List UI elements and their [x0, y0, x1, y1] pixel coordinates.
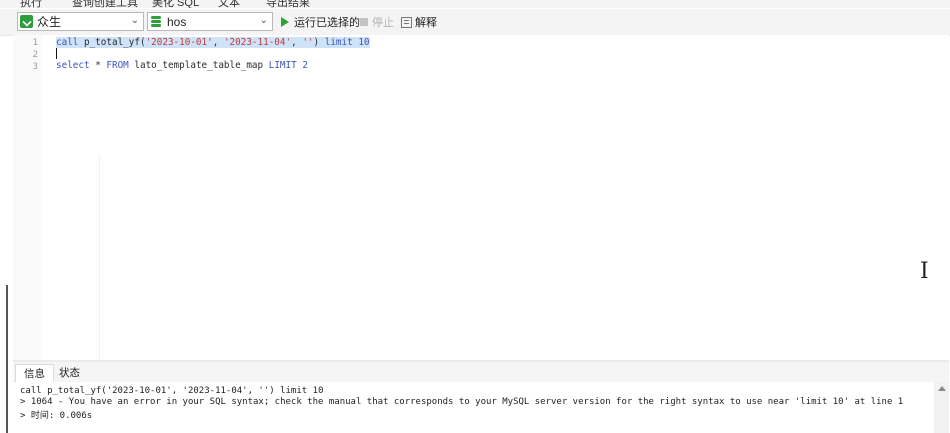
message-line: call p_total_yf('2023-10-01', '2023-11-0…: [20, 386, 324, 396]
vertical-scrollbar[interactable]: [934, 382, 949, 433]
explain-icon: [401, 16, 412, 28]
export-results-button[interactable]: 导出结果: [266, 0, 310, 8]
tab-info[interactable]: 信息: [15, 364, 54, 383]
chevron-down-icon: ⌄: [259, 15, 268, 26]
query-toolbar: 众生 ⌄ hos ⌄ 运行已选择的 停止 解释: [0, 9, 950, 36]
run-selected-button[interactable]: 运行已选择的: [281, 14, 360, 30]
explain-button[interactable]: 解释: [401, 14, 437, 30]
window-edge: [6, 285, 8, 433]
line-number: 1: [32, 38, 38, 48]
stop-button[interactable]: 停止: [360, 14, 394, 30]
line-number: 2: [32, 50, 38, 60]
chevron-down-icon: ⌄: [130, 15, 139, 26]
run-selected-label: 运行已选择的: [294, 17, 360, 29]
database-value: hos: [167, 14, 187, 29]
guide-line: [99, 155, 100, 375]
database-select[interactable]: hos ⌄: [147, 12, 273, 31]
play-icon: [281, 17, 289, 27]
run-button[interactable]: 执行: [20, 0, 42, 8]
database-icon: [150, 15, 163, 28]
sql-editor[interactable]: 1 2 3 call p_total_yf('2023-10-01', '202…: [13, 35, 949, 375]
scroll-up-icon[interactable]: [938, 386, 946, 391]
stop-icon: [360, 18, 368, 26]
error-message-line: > 1064 - You have an error in your SQL s…: [20, 397, 904, 407]
result-tabs: 信息 状态: [13, 362, 949, 383]
top-toolbar: 执行 查询创建工具 美化 SQL 文本 导出结果: [0, 0, 950, 8]
stop-label: 停止: [372, 17, 394, 29]
message-panel: call p_total_yf('2023-10-01', '2023-11-0…: [13, 382, 933, 433]
explain-label: 解释: [415, 17, 437, 29]
line-number: 3: [32, 62, 38, 72]
text-button[interactable]: 文本: [218, 0, 240, 8]
connection-select[interactable]: 众生 ⌄: [17, 12, 144, 31]
line-number-gutter: 1 2 3: [13, 35, 42, 360]
beautify-sql-button[interactable]: 美化 SQL: [152, 0, 199, 8]
code-line-3: select * FROM lato_template_table_map LI…: [56, 60, 308, 71]
text-cursor-icon: I: [920, 259, 929, 284]
connection-value: 众生: [37, 15, 62, 29]
query-builder-button[interactable]: 查询创建工具: [72, 0, 138, 8]
connection-icon: [20, 15, 33, 28]
text-caret: [56, 48, 57, 59]
code-line-1: call p_total_yf('2023-10-01', '2023-11-0…: [56, 37, 370, 48]
tab-status[interactable]: 状态: [51, 364, 88, 382]
time-message-line: > 时间: 0.006s: [20, 411, 93, 421]
